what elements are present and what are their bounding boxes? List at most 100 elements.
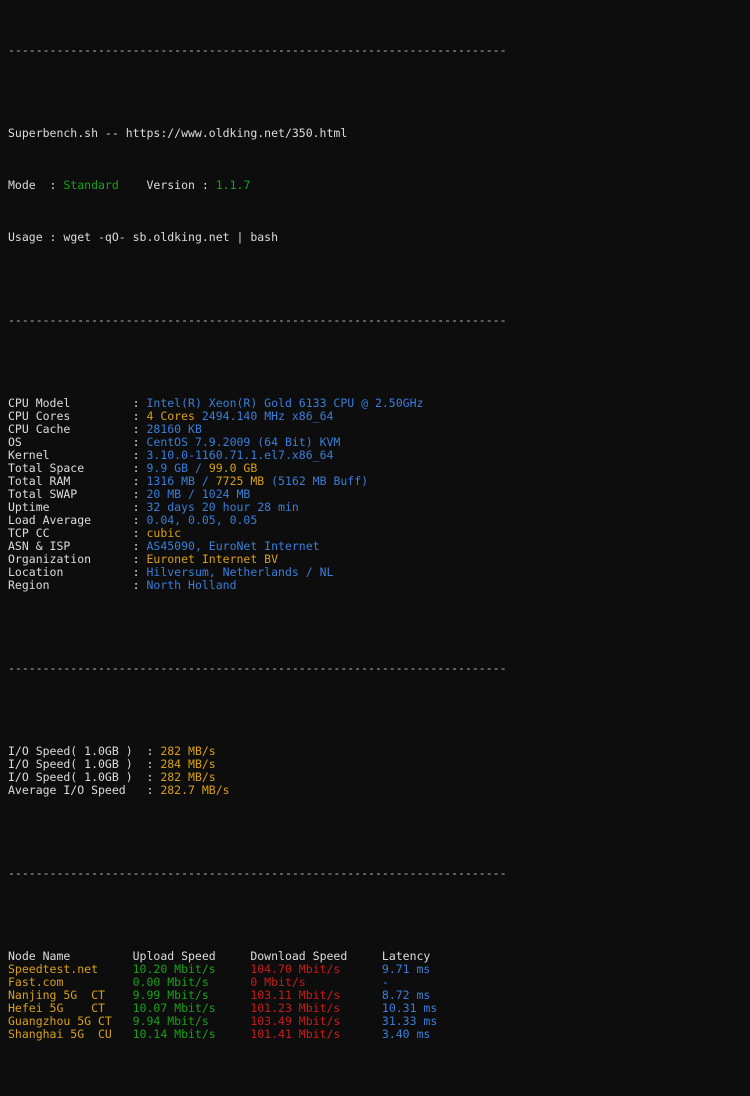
usage-value: wget -qO- sb.oldking.net | bash [63, 230, 279, 244]
sysinfo-value: North Holland [146, 578, 237, 592]
speedtest-upload-speed: 10.07 Mbit/s [132, 1001, 251, 1015]
io-speed-value: 282 MB/s [160, 770, 216, 784]
io-speed-block: I/O Speed( 1.0GB ) : 282 MB/s I/O Speed( … [8, 745, 750, 797]
sysinfo-value: 9.9 GB [146, 461, 189, 475]
usage-label: Usage : [8, 230, 64, 244]
divider-top: ----------------------------------------… [8, 43, 507, 57]
speedtest-upload-speed: 9.94 Mbit/s [132, 1014, 251, 1028]
io-speed-label: I/O Speed( 1.0GB ) : [8, 744, 161, 758]
sysinfo-value: / [194, 474, 216, 488]
io-speed-label: I/O Speed( 1.0GB ) : [8, 757, 161, 771]
divider-sysinfo: ----------------------------------------… [8, 313, 507, 327]
sysinfo-label: CPU Cores : [8, 409, 147, 423]
speedtest-download-speed: 0 Mbit/s [250, 975, 382, 989]
mode-value: Standard [63, 178, 119, 192]
speedtest-latency: 10.31 ms [381, 1001, 465, 1015]
sysinfo-value: Hilversum [146, 565, 209, 579]
sysinfo-value: 0.04, 0.05, 0.05 [146, 513, 258, 527]
speedtest-download-speed: 103.11 Mbit/s [250, 988, 382, 1002]
speedtest-node-name: Shanghai 5G CU [8, 1027, 133, 1041]
sysinfo-value: , Netherlands / NL [208, 565, 334, 579]
system-info-block: CPU Model : Intel(R) Xeon(R) Gold 6133 C… [8, 397, 750, 592]
sysinfo-label: Location : [8, 565, 147, 579]
io-speed-label: I/O Speed( 1.0GB ) : [8, 770, 161, 784]
speedtest-node-name: Hefei 5G CT [8, 1001, 133, 1015]
terminal-output: ----------------------------------------… [0, 0, 750, 1096]
sysinfo-value: AS45090, EuroNet Internet [146, 539, 320, 553]
speedtest-upload-speed: 10.20 Mbit/s [132, 962, 251, 976]
speedtest-download-speed: 101.23 Mbit/s [250, 1001, 382, 1015]
sysinfo-label: CPU Cache : [8, 422, 147, 436]
speedtest-node-name: Guangzhou 5G CT [8, 1014, 133, 1028]
speedtest-latency: 3.40 ms [381, 1027, 465, 1041]
sysinfo-value: Euronet Internet BV [146, 552, 279, 566]
version-value: 1.1.7 [215, 178, 251, 192]
sysinfo-label: Total Space : [8, 461, 147, 475]
speedtest-download-speed: 101.41 Mbit/s [250, 1027, 382, 1041]
header-title-line: Superbench.sh -- https://www.oldking.net… [8, 127, 750, 140]
speedtest-column-header: Latency [381, 949, 465, 963]
header-usage-line: Usage : wget -qO- sb.oldking.net | bash [8, 231, 750, 244]
speedtest-upload-speed: 9.99 Mbit/s [132, 988, 251, 1002]
sysinfo-value: 1316 MB [146, 474, 195, 488]
speedtest-column-header: Upload Speed [132, 949, 251, 963]
sysinfo-value: 32 days 20 hour 28 min [146, 500, 299, 514]
sysinfo-value: 7725 MB [215, 474, 265, 488]
sysinfo-label: Uptime : [8, 500, 147, 514]
version-label: Version : [146, 178, 216, 192]
io-speed-label: Average I/O Speed : [8, 783, 161, 797]
sysinfo-value: CentOS 7.9.2009 (64 Bit) KVM [146, 435, 341, 449]
sysinfo-label: Total RAM : [8, 474, 147, 488]
speedtest-column-header: Download Speed [250, 949, 382, 963]
speedtest-latency: 9.71 ms [381, 962, 465, 976]
speedtest-latency: 8.72 ms [381, 988, 465, 1002]
speedtest-row: Shanghai 5G CU 10.14 Mbit/s 101.41 Mbit/… [8, 1028, 750, 1041]
io-speed-value: 284 MB/s [160, 757, 216, 771]
io-speed-row: Average I/O Speed : 282.7 MB/s [8, 784, 750, 797]
sysinfo-label: Total SWAP : [8, 487, 147, 501]
sysinfo-label: Region : [8, 578, 147, 592]
speedtest-latency: 31.33 ms [381, 1014, 465, 1028]
speedtest-node-name: Nanjing 5G CT [8, 988, 133, 1002]
sysinfo-value: 28160 KB [146, 422, 202, 436]
sysinfo-value: (5162 MB Buff) [264, 474, 369, 488]
sysinfo-label: OS : [8, 435, 147, 449]
speedtest-column-header: Node Name [8, 949, 133, 963]
mode-label: Mode : [8, 178, 64, 192]
sysinfo-value: 3.10.0-1160.71.1.el7.x86_64 [146, 448, 334, 462]
sysinfo-value: Intel(R) Xeon(R) Gold 6133 CPU @ 2.50GHz [146, 396, 424, 410]
sysinfo-label: ASN & ISP : [8, 539, 147, 553]
sysinfo-label: TCP CC : [8, 526, 147, 540]
sysinfo-label: Kernel : [8, 448, 147, 462]
header-mode-line: Mode : Standard Version : 1.1.7 [8, 179, 750, 192]
sysinfo-value: / [188, 461, 209, 475]
sysinfo-label: Organization : [8, 552, 147, 566]
speedtest-upload-speed: 0.00 Mbit/s [132, 975, 251, 989]
speedtest-upload-speed: 10.14 Mbit/s [132, 1027, 251, 1041]
sysinfo-label: Load Average : [8, 513, 147, 527]
sysinfo-row: Region : North Holland [8, 579, 750, 592]
io-speed-value: 282 MB/s [160, 744, 216, 758]
speedtest-node-name: Fast.com [8, 975, 133, 989]
divider-io: ----------------------------------------… [8, 661, 507, 675]
divider-speedtest: ----------------------------------------… [8, 866, 507, 880]
sysinfo-value: 4 Cores [146, 409, 195, 423]
sysinfo-value: cubic [146, 526, 182, 540]
speedtest-node-name: Speedtest.net [8, 962, 133, 976]
io-speed-value: 282.7 MB/s [160, 783, 230, 797]
sysinfo-value: 99.0 GB [208, 461, 258, 475]
header-title: Superbench.sh -- https://www.oldking.net… [8, 126, 348, 140]
mode-version-gap [119, 178, 147, 192]
sysinfo-value: 20 MB / 1024 MB [146, 487, 251, 501]
speedtest-table: Node Name Upload Speed Download Speed La… [8, 950, 750, 1041]
sysinfo-value: 2494.140 MHz x86_64 [194, 409, 334, 423]
sysinfo-label: CPU Model : [8, 396, 147, 410]
